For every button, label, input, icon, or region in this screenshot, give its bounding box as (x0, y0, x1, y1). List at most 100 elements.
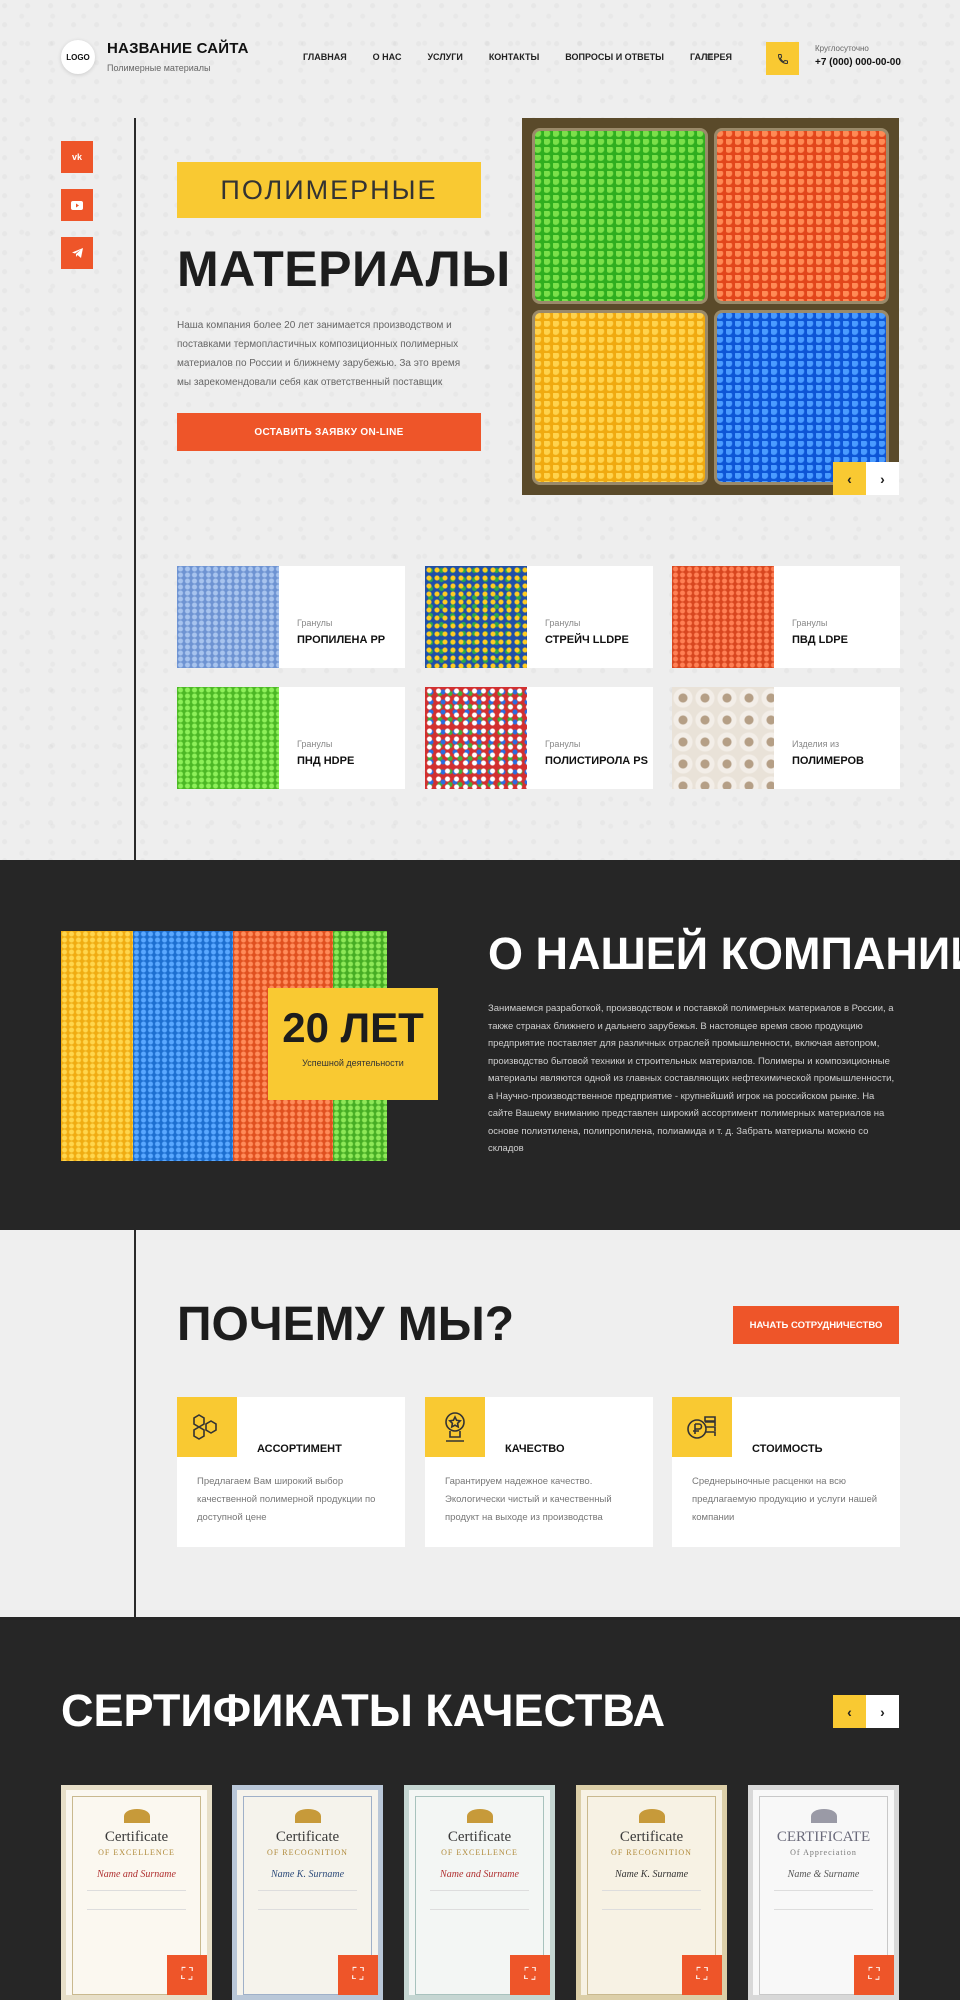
certificate-name: Name K. Surname (270, 1869, 345, 1880)
why-card-text: Предлагаем Вам широкий выбор качественно… (197, 1476, 376, 1523)
main-nav: ГЛАВНАЯ О НАС УСЛУГИ КОНТАКТЫ ВОПРОСЫ И … (303, 52, 758, 62)
yellow-granules-stripe (61, 931, 133, 1161)
product-card-pp[interactable]: Гранулы ПРОПИЛЕНА PP (177, 566, 405, 668)
hero-prev-button[interactable]: ‹ (833, 462, 866, 495)
product-name[interactable]: ПОЛИСТИРОЛА PS (545, 755, 648, 767)
product-kind: Гранулы (545, 739, 581, 749)
why-card-assortment: АССОРТИМЕНТ Предлагаем Вам широкий выбор… (177, 1397, 405, 1547)
hero-tag: ПОЛИМЕРНЫЕ (177, 162, 481, 218)
certificate-subheading: Of Appreciation (790, 1848, 857, 1857)
why-card-text: Среднерыночные расценки на всю предлагае… (692, 1476, 878, 1523)
certificate-lines (774, 1890, 873, 1910)
product-name[interactable]: ПНД HDPE (297, 755, 354, 767)
product-name[interactable]: ПРОПИЛЕНА PP (297, 634, 385, 646)
why-card-text: Гарантируем надежное качество. Экологиче… (445, 1476, 612, 1523)
nav-about[interactable]: О НАС (373, 52, 402, 62)
product-card-ps[interactable]: Гранулы ПОЛИСТИРОЛА PS (425, 687, 653, 789)
telegram-icon[interactable] (61, 237, 93, 269)
nav-faq[interactable]: ВОПРОСЫ И ОТВЕТЫ (565, 52, 664, 62)
nav-home[interactable]: ГЛАВНАЯ (303, 52, 347, 62)
certificate-subheading: OF EXCELLENCE (98, 1848, 175, 1857)
product-kind: Гранулы (545, 618, 581, 628)
certificate-heading: Certificate (447, 1829, 512, 1845)
expand-icon[interactable]: ⛶ (338, 1955, 378, 1995)
certificate-subheading: OF EXCELLENCE (441, 1848, 518, 1857)
product-card-polymer-goods[interactable]: Изделия из ПОЛИМЕРОВ (672, 687, 900, 789)
certs-prev-button[interactable]: ‹ (833, 1695, 866, 1728)
phone-caption: Круглосуточно (815, 44, 869, 53)
start-cooperation-button[interactable]: НАЧАТЬ СОТРУДНИЧЕСТВО (733, 1306, 899, 1344)
certs-next-button[interactable]: › (866, 1695, 899, 1728)
why-card-title: СТОИМОСТЬ (752, 1443, 823, 1455)
certificate-card[interactable]: CERTIFICATE Of Appreciation Name & Surna… (748, 1785, 899, 2000)
certificate-heading: Certificate (275, 1829, 340, 1845)
yellow-granules-tray (532, 309, 708, 485)
coins-icon (672, 1397, 732, 1457)
nav-services[interactable]: УСЛУГИ (427, 52, 462, 62)
molecule-icon (177, 1397, 237, 1457)
product-thumb (177, 687, 279, 789)
medal-icon (294, 1809, 321, 1823)
certificate-subheading: OF RECOGNITION (611, 1848, 692, 1857)
nav-contacts[interactable]: КОНТАКТЫ (489, 52, 539, 62)
certificate-card[interactable]: Certificate OF EXCELLENCE Name and Surna… (404, 1785, 555, 2000)
product-card-hdpe[interactable]: Гранулы ПНД HDPE (177, 687, 405, 789)
blue-granules-tray (713, 309, 889, 485)
certificate-lines (430, 1890, 529, 1910)
expand-icon[interactable]: ⛶ (510, 1955, 550, 1995)
expand-icon[interactable]: ⛶ (682, 1955, 722, 1995)
why-card-quality: КАЧЕСТВО Гарантируем надежное качество. … (425, 1397, 653, 1547)
site-subtitle: Полимерные материалы (107, 63, 211, 73)
why-title: ПОЧЕМУ МЫ? (177, 1298, 515, 1351)
certificate-card[interactable]: Certificate OF EXCELLENCE Name and Surna… (61, 1785, 212, 2000)
vk-icon[interactable]: vk (61, 141, 93, 173)
expand-icon[interactable]: ⛶ (854, 1955, 894, 1995)
hero-text: Наша компания более 20 лет занимается пр… (177, 320, 461, 388)
product-kind: Гранулы (297, 618, 333, 628)
certificates-title: СЕРТИФИКАТЫ КАЧЕСТВА (61, 1685, 666, 1736)
decorative-line (134, 1230, 136, 1617)
certificate-lines (602, 1890, 701, 1910)
product-name[interactable]: СТРЕЙЧ LLDPE (545, 634, 629, 646)
about-title: О НАШЕЙ КОМПАНИИ (488, 928, 960, 979)
about-section: 20 ЛЕТ Успешной деятельности О НАШЕЙ КОМ… (0, 860, 960, 1230)
youtube-icon[interactable] (61, 189, 93, 221)
certificate-name: Name and Surname (440, 1869, 519, 1880)
logo[interactable]: LOGO (61, 40, 95, 74)
product-card-ldpe[interactable]: Гранулы ПВД LDPE (672, 566, 900, 668)
hero-next-button[interactable]: › (866, 462, 899, 495)
award-icon (425, 1397, 485, 1457)
certificate-name: Name & Surname (787, 1869, 860, 1880)
product-name[interactable]: ПОЛИМЕРОВ (792, 755, 864, 767)
certificate-lines (258, 1890, 357, 1910)
years-caption: Успешной деятельности (302, 1058, 404, 1068)
certificate-card[interactable]: Certificate OF RECOGNITION Name K. Surna… (232, 1785, 383, 2000)
phone-number[interactable]: +7 (000) 000-00-00 (815, 57, 901, 68)
request-online-button[interactable]: ОСТАВИТЬ ЗАЯВКУ ON-LINE (177, 413, 481, 451)
medal-icon (123, 1809, 150, 1823)
phone-icon[interactable] (766, 42, 799, 75)
certificate-name: Name and Surname (97, 1869, 176, 1880)
why-card-title: КАЧЕСТВО (505, 1443, 565, 1455)
site-title[interactable]: НАЗВАНИЕ САЙТА (107, 40, 249, 57)
expand-icon[interactable]: ⛶ (167, 1955, 207, 1995)
why-card-title: АССОРТИМЕНТ (257, 1443, 342, 1455)
medal-icon (810, 1809, 837, 1823)
product-thumb (425, 566, 527, 668)
certificate-subheading: OF RECOGNITION (267, 1848, 348, 1857)
certificate-heading: CERTIFICATE (776, 1829, 871, 1845)
about-text: Занимаемся разработкой, производством и … (488, 1003, 895, 1154)
product-name[interactable]: ПВД LDPE (792, 634, 848, 646)
orange-granules-tray (713, 128, 889, 304)
certificate-heading: Certificate (104, 1829, 169, 1845)
medal-icon (638, 1809, 665, 1823)
product-thumb (425, 687, 527, 789)
why-card-price: СТОИМОСТЬ Среднерыночные расценки на всю… (672, 1397, 900, 1547)
hero-title: МАТЕРИАЛЫ (177, 241, 511, 297)
hero-image (522, 118, 899, 495)
header: LOGO НАЗВАНИЕ САЙТА Полимерные материалы… (0, 0, 960, 115)
menu-icon[interactable]: ≡ (706, 50, 713, 64)
certificate-card[interactable]: Certificate OF RECOGNITION Name K. Surna… (576, 1785, 727, 2000)
certificate-name: Name K. Surname (614, 1869, 689, 1880)
product-card-lldpe[interactable]: Гранулы СТРЕЙЧ LLDPE (425, 566, 653, 668)
